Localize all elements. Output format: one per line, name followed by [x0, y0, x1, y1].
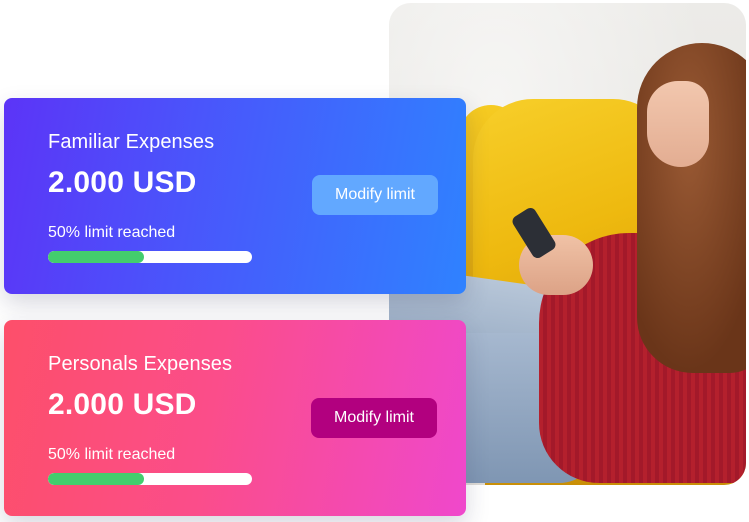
card-amount: 2.000 USD — [48, 388, 197, 421]
card-title: Familiar Expenses — [48, 131, 215, 153]
modify-limit-button[interactable]: Modify limit — [312, 175, 438, 215]
familiar-expenses-card: Familiar Expenses 2.000 USD 50% limit re… — [4, 98, 466, 294]
progress-bar — [48, 251, 252, 263]
photo-face — [647, 81, 709, 167]
modify-limit-button[interactable]: Modify limit — [311, 398, 437, 438]
progress-bar — [48, 473, 252, 485]
progress-fill — [48, 251, 144, 263]
personal-expenses-card: Personals Expenses 2.000 USD 50% limit r… — [4, 320, 466, 516]
progress-label: 50% limit reached — [48, 224, 176, 241]
progress-fill — [48, 473, 144, 485]
progress-label: 50% limit reached — [48, 446, 176, 463]
card-title: Personals Expenses — [48, 353, 233, 375]
card-amount: 2.000 USD — [48, 166, 197, 199]
